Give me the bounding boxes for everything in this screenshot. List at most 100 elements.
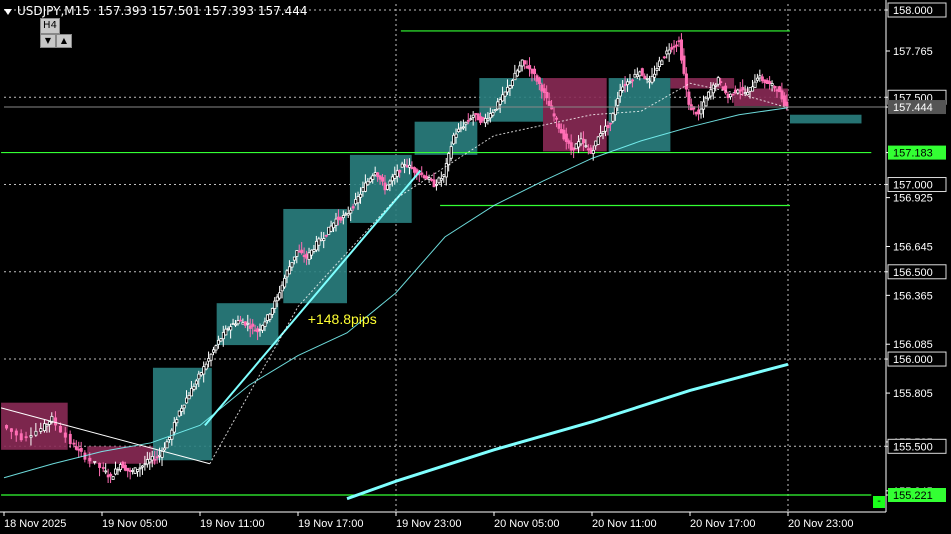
candle-body xyxy=(351,206,355,209)
candle-body xyxy=(422,175,426,179)
candle-body xyxy=(640,68,644,76)
candle-body xyxy=(716,77,720,85)
candle-body xyxy=(234,323,238,326)
candle-body xyxy=(533,68,537,75)
chart-menu-icon[interactable] xyxy=(4,8,12,15)
time-label: 20 Nov 23:00 xyxy=(788,518,853,530)
timeframe-button[interactable]: H4 xyxy=(40,18,60,34)
candle-body xyxy=(263,321,267,327)
candle-body xyxy=(491,112,495,116)
candle-body xyxy=(292,256,296,261)
candle-body xyxy=(104,470,108,473)
price-label: 155.805 xyxy=(893,388,933,400)
candle-body xyxy=(114,468,118,475)
candle-body xyxy=(515,70,519,77)
candle-body xyxy=(748,87,752,92)
candle-body xyxy=(557,123,561,129)
candle-body xyxy=(635,74,639,78)
candle-body xyxy=(295,250,299,257)
candle-body xyxy=(19,433,23,441)
candle-body xyxy=(726,93,730,99)
candle-body xyxy=(626,81,630,86)
time-label: 20 Nov 17:00 xyxy=(690,518,755,530)
candle-body xyxy=(643,75,647,80)
candle-body xyxy=(760,76,764,82)
candle-body xyxy=(628,81,632,84)
price-label: 157.000 xyxy=(893,180,933,192)
candle-body xyxy=(765,80,769,85)
candle-body xyxy=(58,425,62,433)
candle-body xyxy=(88,457,92,462)
candle-body xyxy=(638,71,642,77)
candle-body xyxy=(498,99,502,105)
candle-body xyxy=(371,175,375,180)
candle-body xyxy=(150,455,154,461)
candle-body xyxy=(464,121,468,125)
candle-body xyxy=(98,462,102,468)
candle-body xyxy=(199,372,203,376)
candle-body xyxy=(755,77,759,81)
candle-body xyxy=(584,145,588,148)
candle-body xyxy=(187,395,191,400)
candle-body xyxy=(24,436,28,439)
candle-body xyxy=(314,240,318,251)
candle-body xyxy=(775,89,779,92)
chevron-down-icon[interactable]: ▼ xyxy=(40,34,56,48)
candle-body xyxy=(768,81,772,85)
price-chart[interactable]: 158.000157.765157.500157.444157.183157.0… xyxy=(0,0,951,534)
candle-body xyxy=(253,329,257,332)
candle-body xyxy=(457,128,461,133)
candle-body xyxy=(136,469,140,472)
candle-body xyxy=(258,329,262,332)
candle-body xyxy=(564,133,568,142)
candle-body xyxy=(54,417,58,426)
collapse-button[interactable]: - xyxy=(873,496,885,508)
candle-body xyxy=(545,91,549,99)
candle-body xyxy=(68,433,72,445)
candle-body xyxy=(241,322,245,325)
price-label: 156.085 xyxy=(893,339,933,351)
candle-body xyxy=(782,95,786,106)
candle-body xyxy=(645,77,649,80)
time-label: 20 Nov 11:00 xyxy=(592,518,657,530)
chevron-up-icon[interactable]: ▲ xyxy=(56,34,72,48)
candle-body xyxy=(706,91,710,99)
candle-body xyxy=(363,182,367,192)
h4-box-bull xyxy=(152,367,212,461)
h4-box-bull xyxy=(414,121,478,155)
candle-body xyxy=(405,165,409,168)
candle-body xyxy=(219,338,223,342)
candle-body xyxy=(589,147,593,154)
candle-body xyxy=(665,50,669,55)
candle-body xyxy=(324,234,328,237)
candle-body xyxy=(733,90,737,93)
candle-body xyxy=(376,172,380,178)
candle-body xyxy=(601,131,605,134)
time-label: 19 Nov 11:00 xyxy=(200,518,265,530)
candle-body xyxy=(577,141,581,148)
candle-body xyxy=(400,163,404,168)
candle-body xyxy=(121,461,125,469)
candle-body xyxy=(224,328,228,336)
price-label: 157.444 xyxy=(893,102,933,114)
price-label: 156.645 xyxy=(893,241,933,253)
price-label: 155.500 xyxy=(893,441,933,453)
ohlc-values: 157.393 157.501 157.393 157.444 xyxy=(97,4,308,18)
chart-grid xyxy=(4,4,886,512)
candle-body xyxy=(388,180,392,185)
candle-body xyxy=(648,80,652,83)
candle-body xyxy=(682,55,686,74)
candle-body xyxy=(297,250,301,253)
candle-body xyxy=(231,323,235,325)
candle-body xyxy=(476,113,480,121)
candle-body xyxy=(729,93,733,98)
candle-body xyxy=(290,262,294,268)
candle-body xyxy=(535,75,539,82)
price-label: 156.925 xyxy=(893,193,933,205)
price-label: 156.500 xyxy=(893,267,933,279)
candle-body xyxy=(138,467,142,470)
candle-body xyxy=(773,85,777,89)
candle-body xyxy=(197,373,201,380)
candle-body xyxy=(454,133,458,138)
candle-body xyxy=(77,448,81,451)
